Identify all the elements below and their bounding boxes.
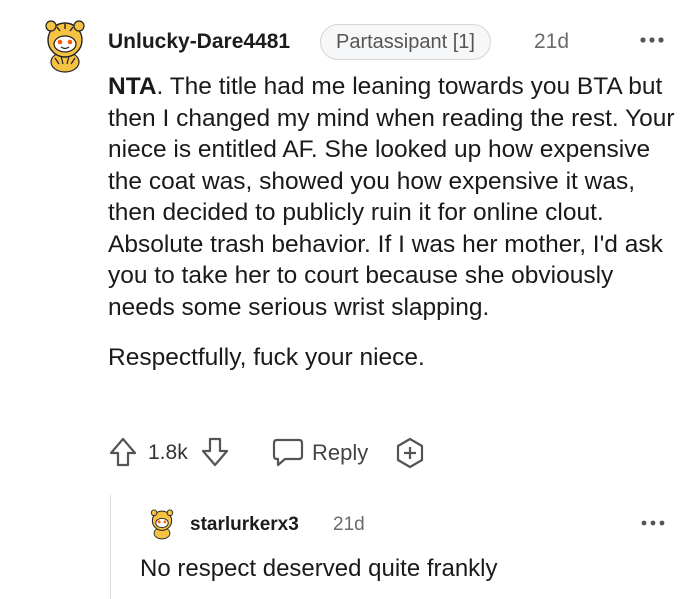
award-button[interactable] [393,436,427,475]
comment-timestamp[interactable]: 21d [534,30,569,54]
more-options-icon [640,37,664,43]
comment-author-name[interactable]: Unlucky-Dare4481 [108,30,290,54]
reply-more-options-button[interactable] [640,514,666,532]
reply-body: No respect deserved quite frankly [140,555,498,582]
vote-count: 1.8k [148,441,188,464]
snoo-avatar-icon [45,20,85,73]
downvote-button[interactable] [200,436,230,473]
comment-paragraph: NTA. The title had me leaning towards yo… [108,71,678,323]
comment-body: NTA. The title had me leaning towards yo… [108,71,678,374]
more-options-icon [641,520,665,526]
comment-paragraph-2: Respectfully, fuck your niece. [108,344,425,371]
more-options-button[interactable] [638,30,666,50]
upvote-button[interactable] [108,436,138,473]
reply-author-avatar[interactable] [145,506,179,540]
comment-bubble-icon [272,438,304,467]
upvote-icon [109,437,137,467]
reply-author-name[interactable]: starlurkerx3 [190,514,299,536]
comment-paragraph-text: . The title had me leaning towards you B… [108,73,675,321]
reply-button[interactable] [271,436,305,468]
verdict-text: NTA [108,73,157,100]
comment-author-avatar[interactable] [35,14,95,74]
snoo-avatar-icon [150,509,174,540]
reply-timestamp[interactable]: 21d [333,514,365,536]
reply-label[interactable]: Reply [312,440,368,466]
downvote-icon [201,437,229,467]
award-add-icon [396,437,424,469]
user-flair-badge: Partassipant [1] [320,24,491,60]
thread-line[interactable] [110,495,111,599]
